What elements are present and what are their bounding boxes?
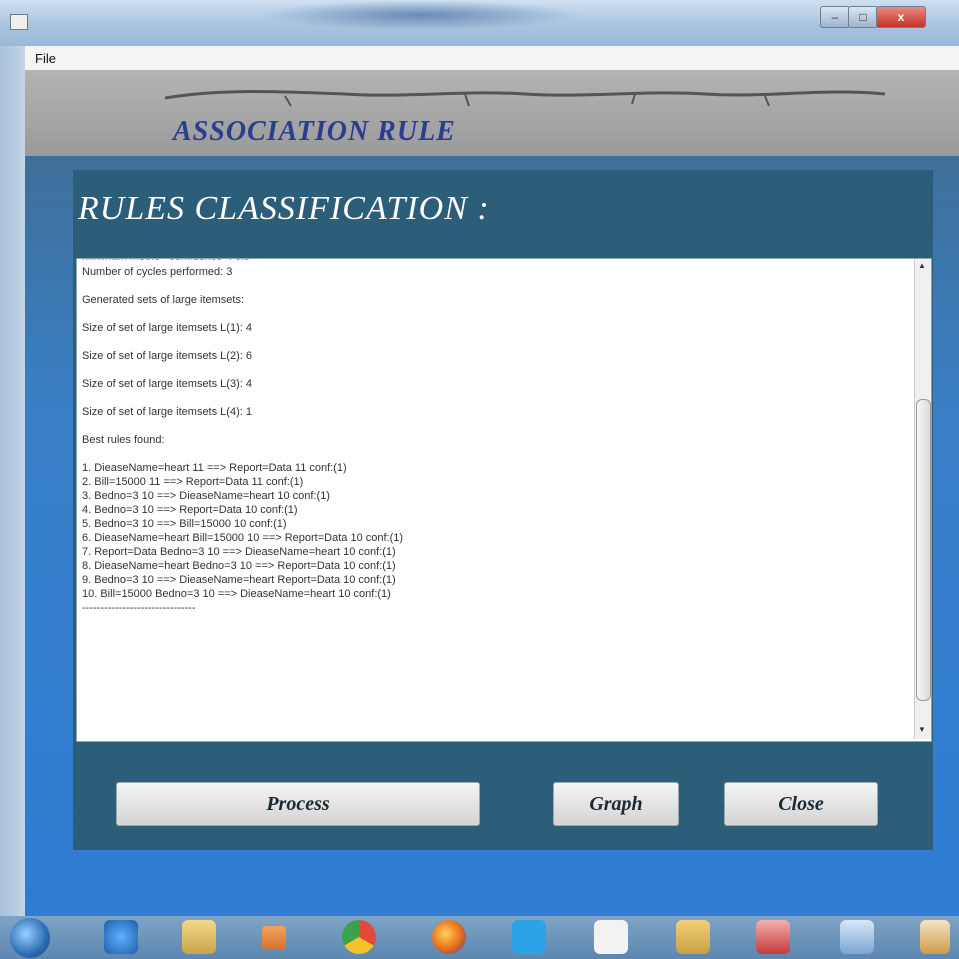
banner-title: ASSOCIATION RULE bbox=[173, 116, 456, 147]
output-line: Generated sets of large itemsets: bbox=[82, 294, 245, 306]
rule-line: 9. Bedno=3 10 ==> DieaseName=heart Repor… bbox=[82, 574, 396, 586]
output-lines: Number of cycles performed: 3 Generated … bbox=[82, 265, 902, 615]
taskbar bbox=[0, 916, 959, 959]
output-line: Size of set of large itemsets L(3): 4 bbox=[82, 378, 252, 390]
close-window-button[interactable]: x bbox=[876, 6, 926, 28]
graph-button[interactable]: Graph bbox=[553, 782, 679, 826]
rule-line: 10. Bill=15000 Bedno=3 10 ==> DieaseName… bbox=[82, 588, 391, 600]
airtel-icon[interactable] bbox=[594, 920, 628, 954]
maximize-button[interactable]: □ bbox=[848, 6, 878, 28]
output-line: Number of cycles performed: 3 bbox=[82, 266, 233, 278]
rule-line: 7. Report=Data Bedno=3 10 ==> DieaseName… bbox=[82, 546, 396, 558]
internet-explorer-icon[interactable] bbox=[104, 920, 138, 954]
scrollbar-thumb[interactable] bbox=[916, 399, 931, 701]
window-left-frame bbox=[0, 46, 25, 916]
scroll-up-icon[interactable]: ▲ bbox=[918, 261, 926, 270]
acrobat-icon[interactable] bbox=[756, 920, 790, 954]
rule-line: 5. Bedno=3 10 ==> Bill=15000 10 conf:(1) bbox=[82, 518, 287, 530]
file-explorer-icon[interactable] bbox=[182, 920, 216, 954]
chrome-icon[interactable] bbox=[342, 920, 376, 954]
rule-line: 3. Bedno=3 10 ==> DieaseName=heart 10 co… bbox=[82, 490, 330, 502]
menu-file[interactable]: File bbox=[35, 51, 56, 66]
vertical-scrollbar[interactable]: ▲ ▼ bbox=[914, 259, 931, 739]
separator-line: ------------------------------- bbox=[82, 602, 196, 614]
minimize-button[interactable]: – bbox=[820, 6, 850, 28]
rule-line: 8. DieaseName=heart Bedno=3 10 ==> Repor… bbox=[82, 560, 396, 572]
windows-start-icon[interactable] bbox=[10, 918, 50, 958]
process-button[interactable]: Process bbox=[116, 782, 480, 826]
box-icon[interactable] bbox=[840, 920, 874, 954]
rule-line: 6. DieaseName=heart Bill=15000 10 ==> Re… bbox=[82, 532, 404, 544]
skype-icon[interactable] bbox=[512, 920, 546, 954]
rule-line: 2. Bill=15000 11 ==> Report=Data 11 conf… bbox=[82, 476, 304, 488]
decorative-vine-icon bbox=[165, 90, 885, 107]
menu-bar: File bbox=[25, 46, 959, 71]
clipped-line: Minimum metric <confidence>: 0.9 bbox=[82, 259, 250, 263]
output-text-area[interactable]: Minimum metric <confidence>: 0.9 Number … bbox=[76, 258, 932, 742]
rule-line: 1. DieaseName=heart 11 ==> Report=Data 1… bbox=[82, 462, 347, 474]
banner: ASSOCIATION RULE bbox=[25, 70, 959, 156]
output-line: Size of set of large itemsets L(1): 4 bbox=[82, 322, 252, 334]
app-icon-taskbar[interactable] bbox=[676, 920, 710, 954]
title-bar: – □ x bbox=[0, 0, 959, 46]
output-line: Size of set of large itemsets L(2): 6 bbox=[82, 350, 252, 362]
media-player-icon[interactable] bbox=[262, 926, 286, 950]
firefox-icon[interactable] bbox=[432, 920, 466, 954]
title-glow bbox=[260, 0, 580, 30]
output-line: Best rules found: bbox=[82, 434, 165, 446]
scroll-down-icon[interactable]: ▼ bbox=[918, 725, 926, 734]
output-line: Size of set of large itemsets L(4): 1 bbox=[82, 406, 252, 418]
java-icon[interactable] bbox=[920, 920, 950, 954]
app-icon bbox=[10, 14, 28, 30]
panel-title: RULES CLASSIFICATION : bbox=[78, 190, 490, 227]
close-button[interactable]: Close bbox=[724, 782, 878, 826]
rule-line: 4. Bedno=3 10 ==> Report=Data 10 conf:(1… bbox=[82, 504, 298, 516]
